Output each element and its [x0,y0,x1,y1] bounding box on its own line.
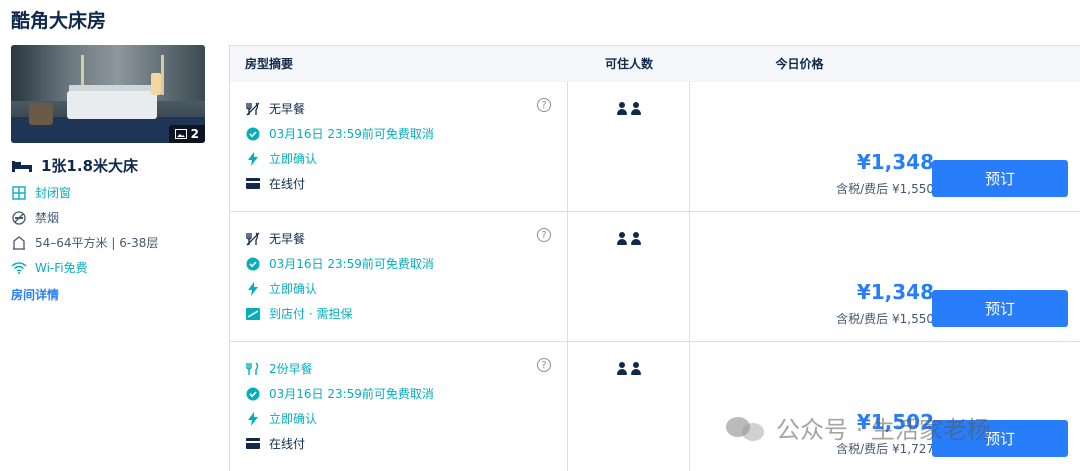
rate-row: 2份早餐 03月16日 23:59前可免费取消 立即确认 在线付 ? ¥1,50… [230,342,1080,471]
book-button[interactable]: 预订 [932,290,1068,327]
two-persons-icon [616,102,641,211]
attr-wifi-text: Wi-Fi免费 [35,261,88,275]
help-icon[interactable]: ? [537,98,551,112]
price-cell: ¥1,502 含税/费后 ¥1,727 预订 [690,342,1080,471]
payment-line: 在线付 [245,431,552,456]
rate-summary: 2份早餐 03月16日 23:59前可免费取消 立即确认 在线付 ? [230,342,568,471]
cancel-line: 03月16日 23:59前可免费取消 [245,121,552,146]
rate-row: 无早餐 03月16日 23:59前可免费取消 立即确认 到店付 · 需担保 ? [230,212,1080,342]
room-title: 酷角大床房 [11,10,107,32]
area-icon [11,235,27,251]
no-smoking-icon [11,210,27,226]
price-cell: ¥1,348 含税/费后 ¥1,550 预订 [690,212,1080,341]
room-detail-link[interactable]: 房间详情 [11,286,207,303]
confirm-text: 立即确认 [269,152,318,166]
photo-chair [29,103,53,125]
occupancy-cell [568,212,690,341]
card-icon [245,436,261,452]
photo-decor [161,55,164,95]
occupancy-cell [568,342,690,471]
room-page: 酷角大床房 2 1张1.8米大床 封闭窗 禁烟 54–64平方米 | 6-38层… [0,0,1080,471]
cancel-text: 03月16日 23:59前可免费取消 [269,127,434,141]
rate-summary: 无早餐 03月16日 23:59前可免费取消 立即确认 在线付 ? [230,82,568,211]
pay-at-hotel-icon [245,306,261,322]
meal-line: 无早餐 [245,226,552,251]
confirm-text: 立即确认 [269,282,318,296]
header-price: 今日价格 [775,57,824,71]
help-icon[interactable]: ? [537,358,551,372]
confirm-text: 立即确认 [269,412,318,426]
two-persons-icon [616,232,641,341]
check-circle-icon [245,126,261,142]
check-circle-icon [245,256,261,272]
attr-area: 54–64平方米 | 6-38层 [11,234,207,251]
payment-text: 到店付 · 需担保 [269,307,353,321]
no-meal-icon [245,101,261,117]
cancel-line: 03月16日 23:59前可免费取消 [245,251,552,276]
wechat-logo-icon [724,413,768,443]
payment-line: 在线付 [245,171,552,196]
image-icon [174,129,187,139]
breakfast-icon [245,361,261,377]
bed-info: 1张1.8米大床 [11,155,207,176]
rate-summary: 无早餐 03月16日 23:59前可免费取消 立即确认 到店付 · 需担保 ? [230,212,568,341]
cancel-line: 03月16日 23:59前可免费取消 [245,381,552,406]
lightning-icon [245,281,261,297]
attr-window: 封闭窗 [11,184,207,201]
room-photo[interactable]: 2 [11,45,205,143]
window-icon [11,185,27,201]
help-icon[interactable]: ? [537,228,551,242]
attr-smoking: 禁烟 [11,209,207,226]
watermark-text: 公众号 · 生活家老杨 [776,416,991,444]
check-circle-icon [245,386,261,402]
wifi-icon [11,260,27,276]
price: ¥1,348 [856,280,934,304]
attr-smoking-text: 禁烟 [35,211,60,225]
no-meal-icon [245,231,261,247]
bed-label: 1张1.8米大床 [41,157,139,175]
rate-table: 房型摘要 可住人数 今日价格 无早餐 03月16日 23:59前可免费取消 立即… [229,45,1080,471]
card-icon [245,176,261,192]
attr-wifi: Wi-Fi免费 [11,259,207,276]
meal-text: 无早餐 [269,232,306,246]
tax-price: 含税/费后 ¥1,550 [836,312,934,326]
meal-text: 2份早餐 [269,362,313,376]
header-summary: 房型摘要 [245,57,294,71]
lightning-icon [245,151,261,167]
lightning-icon [245,411,261,427]
two-persons-icon [616,362,641,471]
meal-text: 无早餐 [269,102,306,116]
payment-line: 到店付 · 需担保 [245,301,552,326]
cancel-text: 03月16日 23:59前可免费取消 [269,387,434,401]
payment-text: 在线付 [269,437,306,451]
rate-row: 无早餐 03月16日 23:59前可免费取消 立即确认 在线付 ? ¥1,348… [230,82,1080,212]
cancel-text: 03月16日 23:59前可免费取消 [269,257,434,271]
header-occupancy: 可住人数 [604,57,653,71]
room-info-panel: 2 1张1.8米大床 封闭窗 禁烟 54–64平方米 | 6-38层 Wi-Fi… [11,45,207,303]
photo-count: 2 [190,127,199,141]
confirm-line: 立即确认 [245,276,552,301]
photo-count-badge[interactable]: 2 [168,125,205,143]
bed-icon [12,160,32,172]
occupancy-cell [568,82,690,211]
tax-price: 含税/费后 ¥1,550 [836,182,934,196]
price-cell: ¥1,348 含税/费后 ¥1,550 预订 [690,82,1080,211]
photo-decor [81,55,84,95]
meal-line: 无早餐 [245,96,552,121]
confirm-line: 立即确认 [245,406,552,431]
price: ¥1,348 [856,150,934,174]
photo-lamp [151,73,161,95]
photo-bed [67,91,157,119]
book-button[interactable]: 预订 [932,160,1068,197]
payment-text: 在线付 [269,177,306,191]
table-header: 房型摘要 可住人数 今日价格 [230,46,1080,82]
watermark: 公众号 · 生活家老杨 [724,410,991,445]
attr-area-text: 54–64平方米 | 6-38层 [35,236,159,250]
meal-line: 2份早餐 [245,356,552,381]
confirm-line: 立即确认 [245,146,552,171]
attr-window-text: 封闭窗 [35,186,72,200]
